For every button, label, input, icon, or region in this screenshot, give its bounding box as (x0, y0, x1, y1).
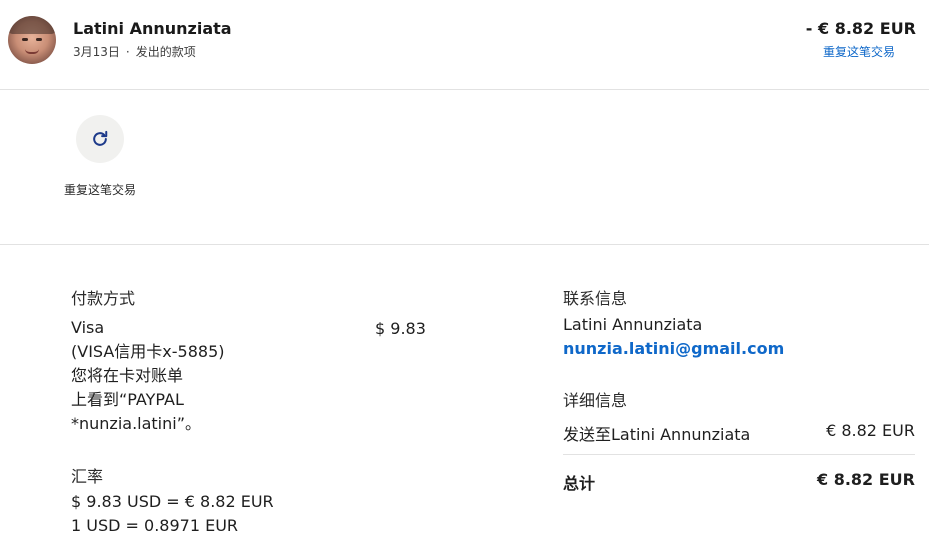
transaction-amount: - € 8.82 EUR (805, 19, 916, 38)
exchange-rate-details: $ 9.83 USD = € 8.82 EUR 1 USD = 0.8971 E… (71, 490, 274, 538)
exchange-rate-line: $ 9.83 USD = € 8.82 EUR (71, 492, 274, 511)
contact-name: Latini Annunziata (563, 315, 703, 334)
payment-method-name: Visa (71, 318, 105, 337)
avatar (8, 16, 56, 64)
payment-method-details: Visa (VISA信用卡x-5885) 您将在卡对账单 上看到“PAYPAL … (71, 316, 225, 436)
sent-to-label: 发送至Latini Annunziata (563, 425, 751, 444)
details-title: 详细信息 (563, 391, 628, 410)
contact-email-link[interactable]: nunzia.latini@gmail.com (563, 339, 784, 358)
repeat-transaction-link[interactable]: 重复这笔交易 (823, 43, 895, 60)
exchange-rate-title: 汇率 (71, 467, 104, 486)
exchange-rate-line: 1 USD = 0.8971 EUR (71, 516, 239, 535)
transaction-date: 3月13日 (73, 45, 120, 59)
transaction-details-page: Latini Annunziata 3月13日 · 发出的款项 - € 8.82 E… (0, 0, 929, 540)
total-amount: € 8.82 EUR (817, 470, 915, 489)
statement-note-line: 您将在卡对账单 (71, 366, 184, 385)
sent-to-amount: € 8.82 EUR (826, 421, 915, 440)
recipient-name: Latini Annunziata (73, 19, 232, 38)
payment-method-title: 付款方式 (71, 289, 136, 308)
statement-note-line: 上看到“PAYPAL (71, 390, 184, 409)
repeat-icon (93, 130, 108, 146)
total-label: 总计 (563, 474, 596, 493)
repeat-transaction-label: 重复这笔交易 (63, 183, 136, 197)
repeat-icon-circle[interactable] (76, 115, 124, 163)
separator-dot: · (125, 45, 130, 59)
payment-card-info: (VISA信用卡x-5885) (71, 342, 225, 361)
contact-info-title: 联系信息 (563, 289, 628, 308)
transaction-type: 发出的款项 (135, 45, 196, 59)
statement-note-line: *nunzia.latini”。 (71, 414, 202, 433)
action-bar: 重复这笔交易 (0, 90, 929, 245)
payment-amount: $ 9.83 (375, 319, 426, 338)
repeat-transaction-button[interactable]: 重复这笔交易 (60, 115, 140, 199)
transaction-subtitle: 3月13日 · 发出的款项 (73, 43, 196, 60)
transaction-header: Latini Annunziata 3月13日 · 发出的款项 - € 8.82 E… (0, 0, 929, 90)
details-divider (563, 454, 915, 455)
